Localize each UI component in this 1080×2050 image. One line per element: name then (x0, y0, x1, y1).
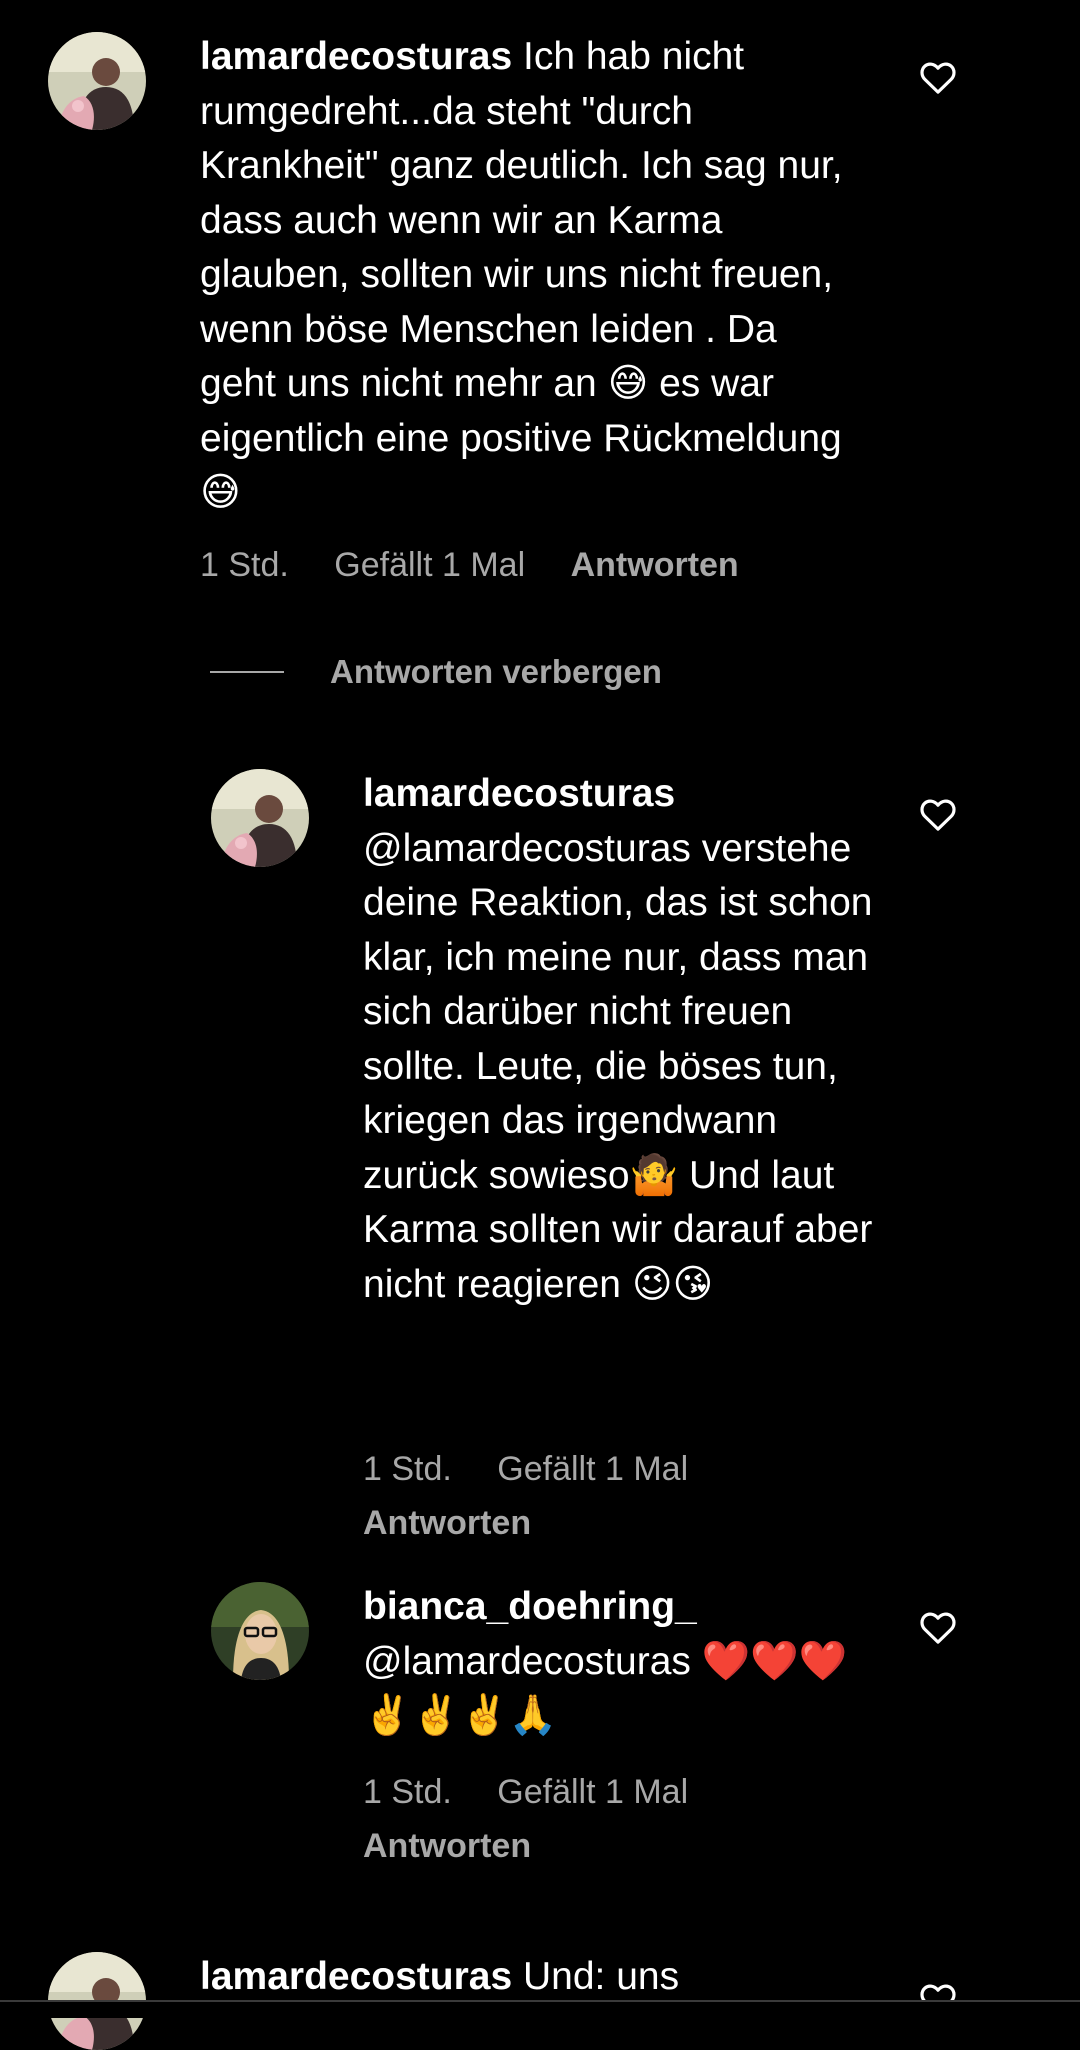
comment-meta: 1 Std. Gefällt 1 Mal Antworten (200, 546, 775, 585)
reply-meta: 1 Std. Gefällt 1 Mal Antworten (363, 1765, 863, 1873)
comment-text: Ich hab nicht rumgedreht...da steht "dur… (200, 35, 843, 514)
reply-time: 1 Std. (363, 1450, 452, 1488)
reply-body: bianca_doehring_ @lamardecosturas ❤️❤️❤️… (363, 1580, 883, 1744)
reply-time: 1 Std. (363, 1773, 452, 1811)
divider-line (210, 671, 284, 673)
hide-replies-button[interactable]: Antworten verbergen (210, 650, 662, 694)
reply-button[interactable]: Antworten (363, 1827, 531, 1865)
reply-likes[interactable]: Gefällt 1 Mal (497, 1773, 688, 1811)
avatar[interactable] (48, 32, 146, 130)
comment-username[interactable]: lamardecosturas (200, 1955, 512, 1998)
avatar[interactable] (211, 1582, 309, 1680)
reply-meta: 1 Std. Gefällt 1 Mal Antworten (363, 1442, 863, 1550)
heart-outline-icon[interactable] (918, 58, 958, 98)
avatar-image (211, 1582, 309, 1680)
reply-text: @lamardecosturas ❤️❤️❤️✌️✌️✌️🙏 (363, 1639, 848, 1738)
reply-button[interactable]: Antworten (363, 1504, 531, 1542)
avatar[interactable] (211, 769, 309, 867)
hide-replies-label: Antworten verbergen (330, 653, 662, 690)
reply-text: @lamardecosturas verstehe deine Reaktion… (363, 826, 873, 1306)
avatar-image (211, 769, 309, 867)
comment-text: Und: uns (523, 1955, 680, 1998)
reply-username[interactable]: bianca_doehring_ (363, 1585, 697, 1628)
avatar-image (48, 32, 146, 130)
heart-outline-icon[interactable] (918, 795, 958, 835)
reply-likes[interactable]: Gefällt 1 Mal (497, 1450, 688, 1488)
reply-body: lamardecosturas @lamardecosturas versteh… (363, 767, 883, 1312)
comment-body: lamardecosturas Ich hab nicht rumgedreht… (200, 30, 860, 521)
reply-button[interactable]: Antworten (571, 546, 739, 584)
reply-username[interactable]: lamardecosturas (363, 772, 675, 815)
heart-outline-icon[interactable] (918, 1608, 958, 1648)
comment-username[interactable]: lamardecosturas (200, 35, 512, 78)
comment-body: lamardecosturas Und: uns (200, 1950, 860, 2005)
bottom-edge-bar (0, 2000, 1080, 2018)
comment-likes[interactable]: Gefällt 1 Mal (334, 546, 525, 584)
comment-time: 1 Std. (200, 546, 289, 584)
